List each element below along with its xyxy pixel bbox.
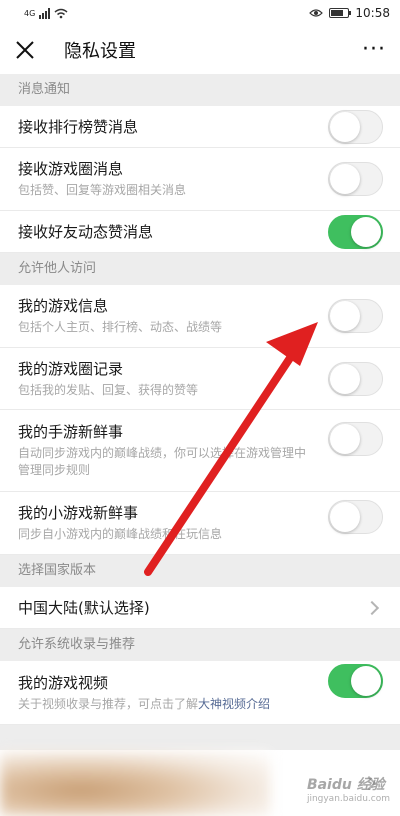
setting-desc: 同步自小游戏内的巅峰战绩和在玩信息	[18, 527, 223, 541]
region-label: 中国大陆(默认选择)	[18, 598, 150, 617]
toggle-knob	[330, 424, 360, 454]
status-bar: 4G 10:58	[0, 0, 400, 26]
section-header-recommend: 允许系统收录与推荐	[0, 629, 400, 661]
blurred-thumbnail	[0, 752, 270, 816]
toggle-knob	[330, 111, 360, 142]
setting-desc: 自动同步游戏内的巅峰战绩，你可以选择在游戏管理中管理同步规则	[18, 446, 307, 477]
more-icon: ···	[362, 37, 386, 62]
setting-row-game-info[interactable]: 我的游戏信息 包括个人主页、排行榜、动态、战绩等	[0, 285, 400, 348]
setting-desc: 包括我的发贴、回复、获得的赞等	[18, 382, 199, 397]
setting-row-game-circle-records[interactable]: 我的游戏圈记录 包括我的发贴、回复、获得的赞等	[0, 348, 400, 410]
setting-row-mini-game-news[interactable]: 我的小游戏新鲜事 同步自小游戏内的巅峰战绩和在玩信息	[0, 492, 400, 555]
section-header-region: 选择国家版本	[0, 555, 400, 587]
more-menu-button[interactable]: ···	[362, 39, 386, 61]
wifi-icon	[54, 8, 68, 18]
setting-label: 我的游戏圈记录	[18, 359, 124, 378]
desc-prefix: 关于视频收录与推荐，可点击了解	[18, 696, 199, 711]
baidu-watermark: Baidu 经验 jingyan.baidu.com	[307, 774, 390, 804]
close-button[interactable]	[14, 39, 36, 61]
toggle-switch-game-videos[interactable]	[328, 664, 383, 698]
signal-icon	[39, 7, 51, 19]
video-intro-link[interactable]: 大神视频介绍	[198, 697, 270, 711]
section-header-access: 允许他人访问	[0, 253, 400, 285]
section-header-notify: 消息通知	[0, 74, 400, 106]
setting-label: 我的小游戏新鲜事	[18, 504, 139, 522]
toggle-knob	[351, 216, 381, 247]
setting-desc: 包括赞、回复等游戏圈相关消息	[18, 183, 187, 197]
setting-row-ranking-likes[interactable]: 接收排行榜赞消息	[0, 106, 400, 148]
chevron-right-icon	[364, 600, 380, 615]
setting-row-game-videos[interactable]: 我的游戏视频 关于视频收录与推荐，可点击了解大神视频介绍	[0, 661, 400, 725]
toggle-knob	[330, 502, 360, 532]
status-left: 4G	[24, 7, 68, 19]
setting-row-mobile-game-news[interactable]: 我的手游新鲜事 自动同步游戏内的巅峰战绩，你可以选择在游戏管理中管理同步规则	[0, 410, 400, 492]
setting-desc: 关于视频收录与推荐，可点击了解大神视频介绍	[18, 696, 270, 713]
app-header: 隐私设置 ···	[0, 26, 400, 74]
toggle-switch-game-info[interactable]	[328, 299, 383, 333]
toggle-knob	[351, 666, 381, 696]
battery-icon	[329, 8, 352, 18]
setting-row-game-circle-msg[interactable]: 接收游戏圈消息 包括赞、回复等游戏圈相关消息	[0, 148, 400, 211]
setting-label: 我的游戏信息	[18, 297, 109, 315]
setting-label: 接收游戏圈消息	[18, 160, 124, 178]
clock: 10:58	[355, 6, 390, 20]
toggle-switch-game-circle-records[interactable]	[328, 361, 383, 396]
toggle-switch-game-circle-msg[interactable]	[328, 162, 383, 196]
close-icon	[16, 41, 34, 59]
toggle-knob	[330, 363, 360, 394]
network-type: 4G	[24, 8, 36, 18]
setting-label: 接收排行榜赞消息	[18, 117, 139, 136]
eye-icon	[309, 9, 324, 17]
watermark-brand: Baidu 经验	[306, 777, 385, 793]
setting-label: 接收好友动态赞消息	[18, 222, 154, 241]
toggle-switch-friend-feed-likes[interactable]	[328, 214, 383, 249]
toggle-knob	[330, 301, 360, 331]
setting-desc: 包括个人主页、排行榜、动态、战绩等	[18, 320, 223, 334]
setting-row-friend-feed-likes[interactable]: 接收好友动态赞消息	[0, 211, 400, 253]
toggle-knob	[330, 164, 360, 194]
toggle-switch-ranking-likes[interactable]	[328, 109, 383, 144]
toggle-switch-mini-game-news[interactable]	[328, 500, 383, 534]
page-title: 隐私设置	[64, 41, 136, 62]
setting-label: 我的手游新鲜事	[18, 423, 124, 441]
status-right: 10:58	[309, 6, 390, 20]
toggle-switch-mobile-game-news[interactable]	[328, 422, 383, 456]
watermark-url: jingyan.baidu.com	[306, 794, 390, 804]
setting-label: 我的游戏视频	[18, 673, 109, 692]
setting-row-region[interactable]: 中国大陆(默认选择)	[0, 587, 400, 629]
